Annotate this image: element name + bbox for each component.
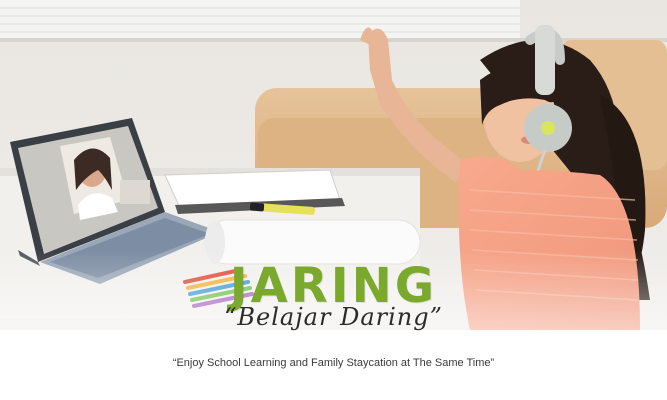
tagline: “Enjoy School Learning and Family Stayca… <box>172 357 495 369</box>
hero-banner: JARING “Belajar Daring” “Enjoy School Le… <box>0 0 667 400</box>
hero-photo <box>0 0 667 400</box>
brand-subtitle: “Belajar Daring” <box>224 303 443 331</box>
